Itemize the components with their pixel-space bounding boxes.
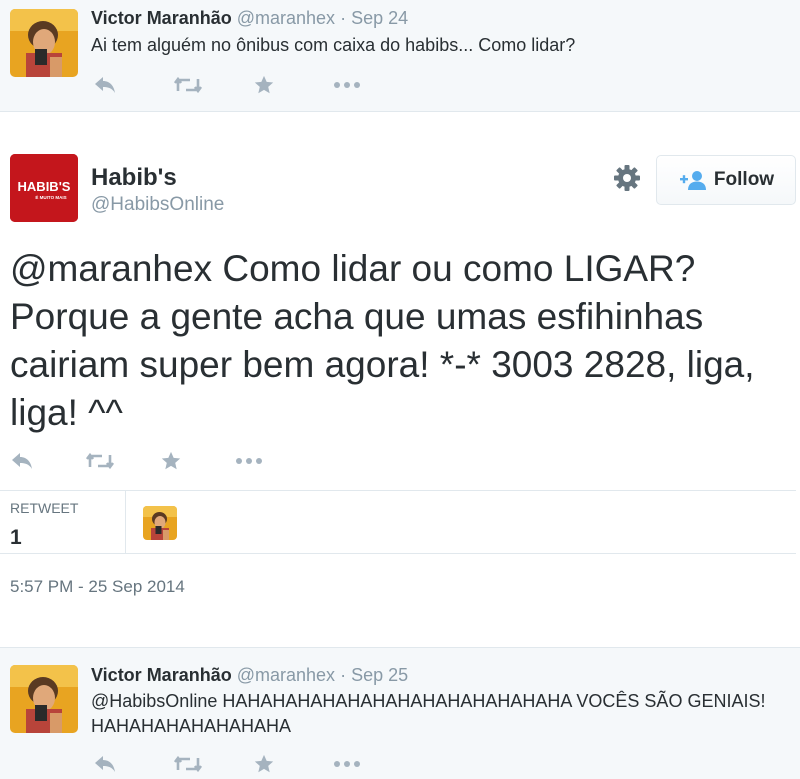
tweet-actions [93, 751, 413, 777]
author-name[interactable]: Habib's [91, 164, 177, 192]
reply-icon [95, 77, 115, 93]
avatar[interactable] [10, 665, 78, 733]
user-actions-button[interactable] [611, 162, 643, 194]
follow-button[interactable]: Follow [656, 155, 796, 205]
favorite-button[interactable] [253, 72, 333, 98]
separator: · [340, 8, 347, 28]
divider [0, 553, 796, 554]
tweet-actions [10, 448, 310, 474]
logo-subtext: É MUITO MAIS [35, 193, 66, 200]
tweet-timestamp[interactable]: 5:57 PM - 25 Sep 2014 [10, 577, 185, 597]
retweet-icon [173, 755, 203, 773]
tweet-date[interactable]: Sep 24 [351, 8, 408, 28]
divider [125, 491, 126, 553]
retweet-stat[interactable]: RETWEET 1 [10, 500, 78, 550]
retweet-icon [173, 76, 203, 94]
favorite-button[interactable] [253, 751, 333, 777]
main-tweet-text: @maranhex Como lidar ou como LIGAR? Porq… [10, 248, 755, 433]
tweet-text: Ai tem alguém no ônibus com caixa do hab… [91, 35, 576, 55]
retweet-icon [85, 452, 115, 470]
reply-tweet-top[interactable]: Victor Maranhão @maranhex · Sep 24 Ai te… [0, 0, 800, 112]
author-handle[interactable]: @maranhex [237, 665, 335, 685]
tweet-text: @HabibsOnline HAHAHAHAHAHAHAHAHAHAHAHAHA… [91, 691, 766, 736]
author-name[interactable]: Victor Maranhão [91, 665, 232, 685]
author-name[interactable]: Victor Maranhão [91, 8, 232, 28]
tweet-header: Victor Maranhão @maranhex · Sep 24 [91, 8, 408, 29]
brand-avatar[interactable]: HABIB'S É MUITO MAIS [10, 154, 78, 222]
more-button[interactable] [333, 751, 413, 777]
separator: · [340, 665, 347, 685]
retweet-button[interactable] [173, 72, 253, 98]
more-icon [334, 761, 360, 767]
author-handle[interactable]: @maranhex [237, 8, 335, 28]
favorite-icon [161, 451, 181, 470]
follow-label: Follow [713, 169, 775, 190]
more-button[interactable] [235, 448, 310, 474]
tweet-actions [93, 72, 413, 98]
follow-user-icon [679, 171, 706, 190]
stat-value: 1 [10, 526, 22, 549]
favorite-button[interactable] [160, 448, 235, 474]
more-icon [236, 458, 262, 464]
tweet-header: Victor Maranhão @maranhex · Sep 25 [91, 665, 408, 686]
author-handle[interactable]: @HabibsOnline [91, 194, 224, 216]
retweet-button[interactable] [173, 751, 253, 777]
reply-icon [12, 453, 32, 469]
reply-icon [95, 756, 115, 772]
favorite-icon [254, 754, 274, 773]
tweet-date[interactable]: Sep 25 [351, 665, 408, 685]
favorite-icon [254, 75, 274, 94]
stat-label: RETWEET [10, 500, 79, 516]
retweeter-avatar[interactable] [143, 506, 177, 540]
divider [0, 490, 796, 491]
reply-button[interactable] [10, 448, 85, 474]
reply-button[interactable] [93, 72, 173, 98]
avatar[interactable] [10, 9, 78, 77]
gear-icon [614, 165, 640, 191]
more-button[interactable] [333, 72, 413, 98]
more-icon [334, 82, 360, 88]
logo-text: HABIB'S [18, 179, 71, 194]
retweet-button[interactable] [85, 448, 160, 474]
reply-button[interactable] [93, 751, 173, 777]
